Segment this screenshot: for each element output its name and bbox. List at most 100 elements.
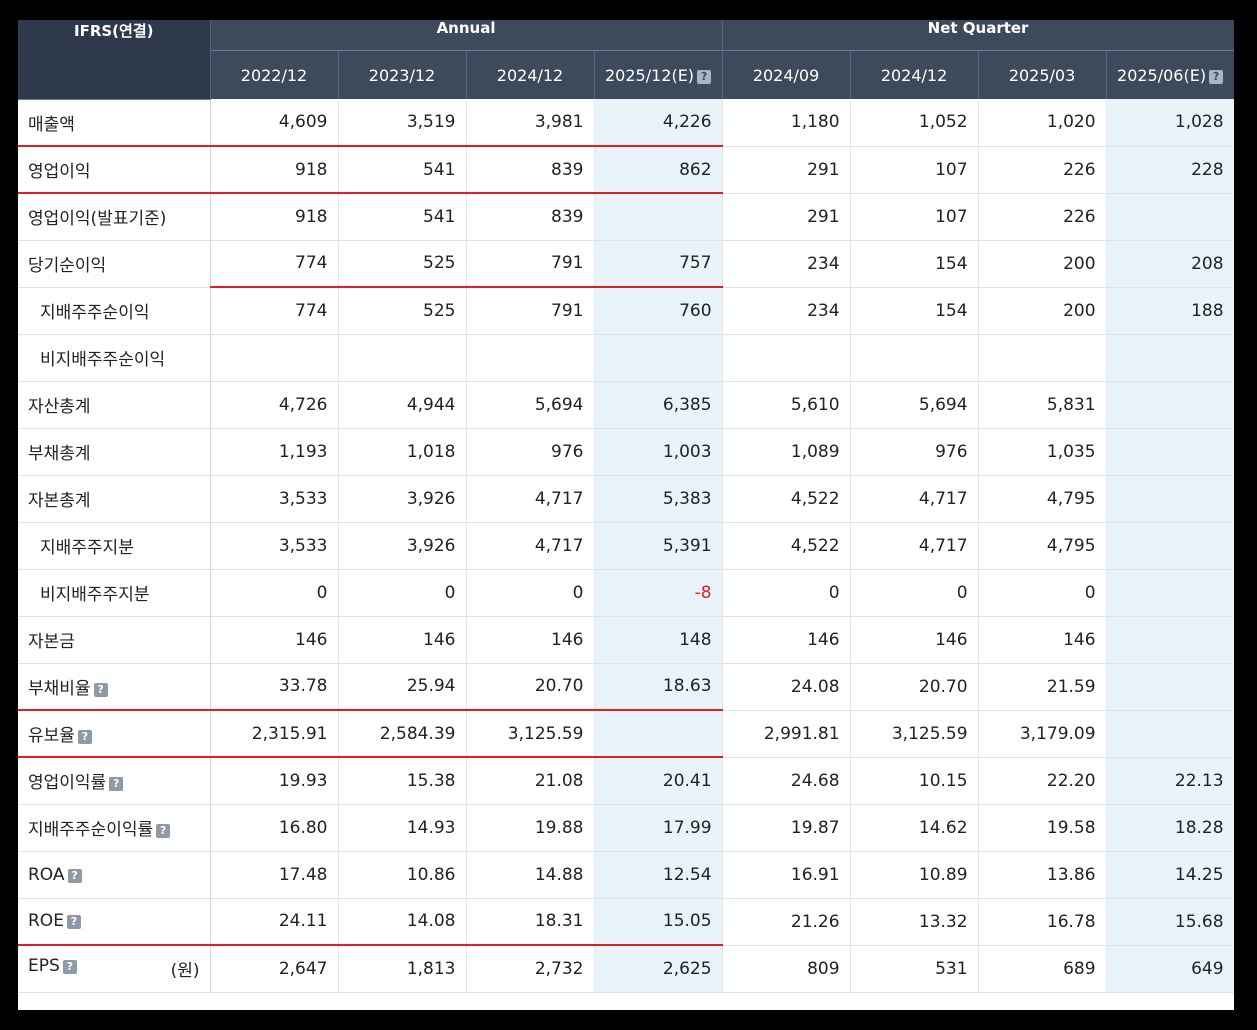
value-cell: 6,385 <box>594 381 723 429</box>
unit-label: (원) <box>170 961 200 982</box>
value-cell: 22.20 <box>978 757 1107 805</box>
value-cell: 4,795 <box>978 475 1107 523</box>
help-icon[interactable]: ? <box>93 682 108 697</box>
table-row: 당기순이익 774 525 791 757 234 154 200 208 <box>18 240 1234 288</box>
value-cell: 18.31 <box>466 898 595 946</box>
row-label: 부채총계 <box>18 428 211 476</box>
help-icon[interactable]: ? <box>1209 69 1224 84</box>
value-cell: 4,226 <box>594 99 723 147</box>
row-label: 영업이익률? <box>18 757 211 805</box>
value-cell: 3,519 <box>338 99 467 147</box>
value-cell: 3,125.59 <box>466 710 595 758</box>
period-header: 2023/12 <box>338 50 467 99</box>
row-label: 지배주주순이익 <box>18 287 211 335</box>
value-cell: 146 <box>978 616 1107 664</box>
value-cell: 4,717 <box>466 475 595 523</box>
value-cell: 14.62 <box>850 804 979 852</box>
value-cell: 13.32 <box>850 898 979 946</box>
value-cell: 146 <box>210 616 339 664</box>
value-cell: 976 <box>466 428 595 476</box>
period-header-estimate: 2025/12(E)? <box>594 50 723 99</box>
value-cell: 33.78 <box>210 663 339 711</box>
value-cell: 21.26 <box>722 898 851 946</box>
value-cell: 19.88 <box>466 804 595 852</box>
value-cell: 200 <box>978 287 1107 335</box>
row-label: 자본금 <box>18 616 211 664</box>
table-row: 자본총계 3,533 3,926 4,717 5,383 4,522 4,717 4,795 <box>18 475 1234 523</box>
value-cell: 4,944 <box>338 381 467 429</box>
value-cell <box>1106 663 1234 711</box>
help-icon[interactable]: ? <box>67 868 82 883</box>
value-cell: 291 <box>722 193 851 241</box>
row-label: 지배주주지분 <box>18 522 211 570</box>
value-cell: 541 <box>338 146 467 194</box>
value-cell: 1,003 <box>594 428 723 476</box>
row-label: ROE? <box>18 898 211 946</box>
value-cell: 5,391 <box>594 522 723 570</box>
value-cell: 18.63 <box>594 663 723 711</box>
value-cell: 16.78 <box>978 898 1107 946</box>
value-cell: 228 <box>1106 146 1234 194</box>
value-cell <box>1106 616 1234 664</box>
value-cell: 4,717 <box>850 522 979 570</box>
value-cell: 976 <box>850 428 979 476</box>
value-cell: 15.68 <box>1106 898 1234 946</box>
table-row: 비지배주주순이익 <box>18 334 1234 382</box>
help-icon[interactable]: ? <box>156 824 171 838</box>
period-header: 2024/12 <box>850 50 979 99</box>
row-label: 당기순이익 <box>18 240 211 288</box>
value-cell: 525 <box>338 287 467 335</box>
value-cell: 14.08 <box>338 898 467 946</box>
period-header: 2025/03 <box>978 50 1107 99</box>
help-icon[interactable]: ? <box>109 777 124 792</box>
value-cell: 5,610 <box>722 381 851 429</box>
row-label: 영업이익(발표기준) <box>18 193 211 241</box>
value-cell: 1,089 <box>722 428 851 476</box>
value-cell: 20.41 <box>594 757 723 805</box>
help-icon[interactable]: ? <box>66 915 81 930</box>
row-label: 비지배주주지분 <box>18 569 211 617</box>
value-cell <box>1106 522 1234 570</box>
value-cell <box>210 334 339 382</box>
value-cell: 2,732 <box>466 945 595 993</box>
value-cell <box>978 334 1107 382</box>
value-cell: 4,717 <box>850 475 979 523</box>
table-row: 부채비율? 33.78 25.94 20.70 18.63 24.08 20.70 21.59 <box>18 663 1234 711</box>
value-cell <box>1106 381 1234 429</box>
value-cell: 0 <box>210 569 339 617</box>
value-cell: 839 <box>466 146 595 194</box>
financial-table: IFRS(연결) Annual Net Quarter 2022/12 2023… <box>18 20 1234 993</box>
value-cell: 20.70 <box>850 663 979 711</box>
value-cell: 4,717 <box>466 522 595 570</box>
table-row: 영업이익(발표기준) 918 541 839 291 107 226 <box>18 193 1234 241</box>
value-cell: 0 <box>978 569 1107 617</box>
value-cell: 20.70 <box>466 663 595 711</box>
table-row: EPS? (원) 2,647 1,813 2,732 2,625 809 531 689 649 <box>18 945 1234 993</box>
value-cell: 154 <box>850 240 979 288</box>
value-cell: 541 <box>338 193 467 241</box>
table-row: 매출액 4,609 3,519 3,981 4,226 1,180 1,052 1,020 1,… <box>18 99 1234 147</box>
value-cell: 10.15 <box>850 757 979 805</box>
value-cell: 14.88 <box>466 851 595 899</box>
table-row: 영업이익 918 541 839 862 291 107 226 228 <box>18 146 1234 194</box>
row-label: ROA? <box>18 851 211 899</box>
help-icon[interactable]: ? <box>62 960 77 975</box>
value-cell: 0 <box>466 569 595 617</box>
value-cell: 146 <box>722 616 851 664</box>
value-cell: 25.94 <box>338 663 467 711</box>
value-cell: 1,028 <box>1106 99 1234 147</box>
value-cell: 16.80 <box>210 804 339 852</box>
help-icon[interactable]: ? <box>697 69 712 84</box>
value-cell: 14.25 <box>1106 851 1234 899</box>
value-cell: 226 <box>978 146 1107 194</box>
value-cell: 234 <box>722 240 851 288</box>
row-label: 자본총계 <box>18 475 211 523</box>
value-cell: 19.93 <box>210 757 339 805</box>
value-cell: 208 <box>1106 240 1234 288</box>
value-cell: 774 <box>210 287 339 335</box>
value-cell: 3,926 <box>338 475 467 523</box>
value-cell: 760 <box>594 287 723 335</box>
table-row: 자본금 146 146 146 148 146 146 146 <box>18 616 1234 664</box>
help-icon[interactable]: ? <box>77 730 92 744</box>
value-cell: 188 <box>1106 287 1234 335</box>
